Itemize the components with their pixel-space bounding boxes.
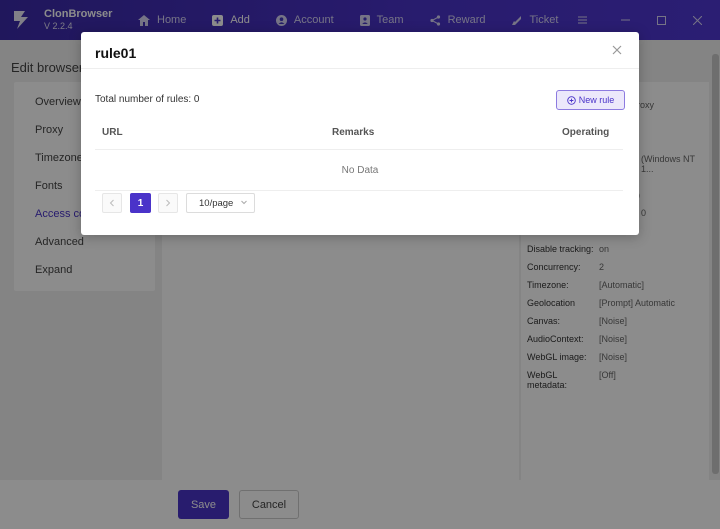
table-header-divider — [95, 149, 623, 150]
prev-page-button[interactable] — [102, 193, 122, 213]
table-body-divider — [95, 190, 623, 191]
dialog-header: rule01 — [81, 32, 639, 69]
total-rules-text: Total number of rules: 0 — [95, 94, 200, 105]
dialog-title: rule01 — [95, 45, 137, 61]
column-header-remarks: Remarks — [332, 127, 375, 138]
column-header-url: URL — [102, 127, 123, 138]
chevron-down-icon — [241, 200, 247, 205]
next-page-button[interactable] — [158, 193, 178, 213]
column-header-operating: Operating — [562, 127, 610, 138]
close-icon[interactable] — [612, 45, 624, 57]
chevron-right-icon — [166, 199, 171, 207]
page-size-value: 10/page — [199, 197, 234, 209]
page-number-current[interactable]: 1 — [130, 193, 151, 213]
new-rule-label: New rule — [578, 95, 615, 105]
empty-table-text: No Data — [341, 165, 379, 176]
chevron-left-icon — [109, 199, 114, 207]
new-rule-button[interactable]: New rule — [556, 90, 625, 110]
plus-circle-icon — [566, 95, 576, 105]
rule-dialog: rule01 Total number of rules: 0 New rule… — [81, 32, 639, 235]
page-size-select[interactable]: 10/page — [186, 193, 255, 213]
